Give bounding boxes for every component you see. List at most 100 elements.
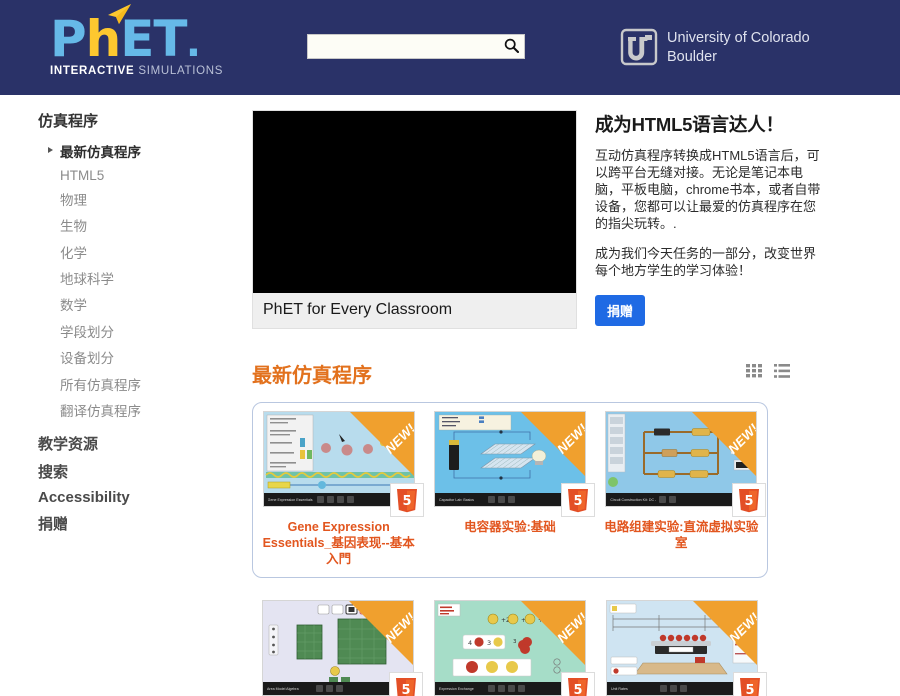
new-ribbon-label: NEW! [382,420,415,457]
sidebar-item-math[interactable]: 数学 [38,291,252,317]
new-ribbon-label: NEW! [725,609,758,646]
sidebar-item-new-sims[interactable]: 最新仿真程序 [38,138,252,164]
sim-grid-row-1-container: Gene Expression Essentials NEW! 5 Gene E… [252,402,768,578]
phet-logo[interactable]: P h ET . INTERACTIVE SIMULATIONS [50,4,222,84]
logo-dot: . [186,11,201,67]
sim-thumbnail-wrap: Circuit Construction Kit: DC - Virtual L… [605,411,767,517]
toolbar-icon [660,685,667,692]
cu-badge-icon [620,28,658,66]
sim-grid-row-1: Gene Expression Essentials NEW! 5 Gene E… [253,411,767,567]
toolbar-icon [497,496,505,503]
sim-thumbnail-label: Unit Rates [611,686,628,691]
video-player[interactable] [252,110,577,293]
search-button[interactable] [498,35,524,58]
sim-thumbnail-wrap: Unit Rates NEW! 5 [606,600,767,696]
sim-card-title: 电路组建实验:直流虚拟实验室 [604,520,759,550]
html5-badge-icon: 5 [733,672,767,696]
sim-card-expression-exchange[interactable]: +2 + + 4 3 3 Expression Exchange NEW! 5 [429,600,595,696]
svg-text:5: 5 [745,683,754,696]
sim-card-title: 电容器实验:基础 [464,520,556,534]
new-ribbon: NEW! [519,412,585,477]
section-title: 最新仿真程序 [252,365,372,387]
list-view-icon[interactable] [774,364,790,383]
toolbar-icon [508,685,515,692]
sim-card-circuit-construction-kit[interactable]: Circuit Construction Kit: DC - Virtual L… [600,411,767,567]
search-icon [504,38,519,56]
toolbar-icon [326,496,334,503]
toolbar-icon [316,496,324,503]
svg-text:3: 3 [487,639,491,647]
sidebar-item-translated-sims[interactable]: 翻译仿真程序 [38,397,252,423]
sim-card-unit-rates[interactable]: Unit Rates NEW! 5 [601,600,767,696]
promo-title: 成为HTML5语言达人！ [595,114,784,135]
sidebar-navigation: 仿真程序 最新仿真程序 HTML5 物理 生物 化学 地球科学 数学 学段划分 … [0,95,252,696]
promo-paragraph-1: 互动仿真程序转换成HTML5语言后，可以跨平台无缝对接。无论是笔记本电脑，平板电… [595,148,821,231]
video-caption: PhET for Every Classroom [252,293,577,329]
promo-panel: 成为HTML5语言达人！ 互动仿真程序转换成HTML5语言后，可以跨平台无缝对接… [595,110,827,329]
sidebar-item-donate[interactable]: 捐赠 [38,509,252,537]
sidebar-item-physics[interactable]: 物理 [38,186,252,212]
sidebar-item-earth-science[interactable]: 地球科学 [38,265,252,291]
phet-logo-wordmark: P h ET . [50,4,215,67]
svg-text:5: 5 [573,494,582,509]
main-content: PhET for Every Classroom 成为HTML5语言达人！ 互动… [252,95,900,696]
svg-text:5: 5 [402,494,411,509]
sidebar-item-by-grade-level[interactable]: 学段划分 [38,318,252,344]
new-ribbon-label: NEW! [381,609,414,646]
page-body: 仿真程序 最新仿真程序 HTML5 物理 生物 化学 地球科学 数学 学段划分 … [0,95,900,696]
toolbar-icon [336,496,344,503]
sidebar-heading: 仿真程序 [38,113,99,130]
sidebar-item-html5[interactable]: HTML5 [38,164,252,185]
toolbar-icon [659,496,667,503]
sim-card-area-model-algebra[interactable]: Area Model Algebra NEW! 5 [257,600,423,696]
svg-text:5: 5 [745,494,754,509]
new-ribbon-label: NEW! [553,609,586,646]
svg-text:5: 5 [573,683,582,696]
html5-badge-icon: 5 [389,672,423,696]
toolbar-icon [498,685,505,692]
new-ribbon: NEW! [348,601,414,666]
grid-view-icon[interactable] [746,364,763,383]
toolbar-icon [518,685,525,692]
search-input[interactable] [308,35,498,58]
promo-paragraph-2: 成为我们今天任务的一部分，改变世界每个地方学生的学习体验！ [595,246,817,278]
sim-grid-row-2: Area Model Algebra NEW! 5 +2 + + 4 3 3 E… [252,600,768,696]
svg-text:4: 4 [468,639,472,647]
toolbar-icon [507,496,515,503]
sidebar-item-by-device[interactable]: 设备划分 [38,344,252,370]
new-ribbon: NEW! [520,601,586,666]
sidebar-item-biology[interactable]: 生物 [38,212,252,238]
sidebar-item-chemistry[interactable]: 化学 [38,239,252,265]
university-logo[interactable]: University of Colorado Boulder [620,28,810,67]
toolbar-icon [680,685,687,692]
sim-thumbnail-wrap: +2 + + 4 3 3 Expression Exchange NEW! 5 [434,600,595,696]
sidebar-item-search[interactable]: 搜索 [38,457,252,485]
new-ribbon: NEW! [691,412,757,477]
view-toggle-group [746,364,790,383]
sim-thumbnail-wrap: Area Model Algebra NEW! 5 [262,600,423,696]
site-header: P h ET . INTERACTIVE SIMULATIONS Univers… [0,0,900,95]
sidebar-item-accessibility[interactable]: Accessibility [38,485,252,509]
sim-card-title: Gene Expression Essentials_基因表现--基本入門 [262,520,415,566]
sidebar-item-all-sims[interactable]: 所有仿真程序 [38,370,252,396]
university-line-2: Boulder [667,49,717,65]
sim-thumbnail-wrap: Gene Expression Essentials NEW! 5 [262,411,424,517]
search-bar[interactable] [307,34,525,59]
sim-thumbnail-label: Circuit Construction Kit: DC - Virtual L… [610,497,657,502]
toolbar-icon [326,685,333,692]
donate-button[interactable]: 捐赠 [595,295,646,326]
svg-text:3: 3 [513,639,517,645]
toolbar-icon [670,685,677,692]
new-ribbon: NEW! [692,601,758,666]
toolbar-icon [488,685,495,692]
video-card[interactable]: PhET for Every Classroom [252,110,577,329]
sim-card-capacitor-lab[interactable]: Capacitor Lab: Basics NEW! 5 电容器实验:基础 [429,411,595,567]
section-header: 最新仿真程序 [252,359,900,388]
html5-badge-icon: 5 [732,483,767,517]
toolbar-icon [336,685,343,692]
sidebar-item-teaching-resources[interactable]: 教学资源 [38,429,252,457]
sim-card-gene-expression[interactable]: Gene Expression Essentials NEW! 5 Gene E… [258,411,424,567]
sim-thumbnail-wrap: Capacitor Lab: Basics NEW! 5 [433,411,595,517]
toolbar-icon [487,496,495,503]
hero-row: PhET for Every Classroom 成为HTML5语言达人！ 互动… [252,110,900,329]
